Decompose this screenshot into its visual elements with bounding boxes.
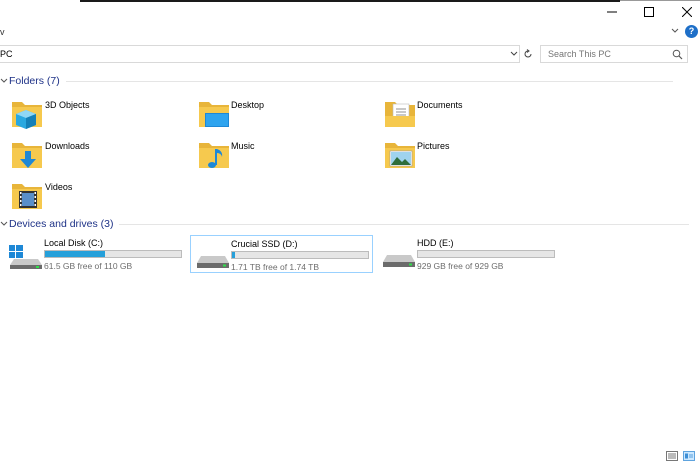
maximize-button[interactable]	[639, 4, 659, 20]
3d-objects-folder-icon	[12, 102, 42, 129]
collapse-arrow-icon[interactable]	[0, 220, 8, 228]
folder-tile-documents[interactable]: Documents	[383, 96, 503, 136]
drive-tile-c[interactable]: Local Disk (C:) 61.5 GB free of 110 GB	[4, 235, 186, 273]
folders-section-header[interactable]: Folders (7)	[0, 74, 700, 88]
address-bar[interactable]: PC	[0, 45, 520, 63]
details-view-icon[interactable]	[666, 451, 678, 461]
drive-icon	[383, 255, 415, 267]
folder-tile-pictures[interactable]: Pictures	[383, 137, 503, 177]
section-divider	[119, 223, 690, 225]
folder-tile-videos[interactable]: Videos	[10, 178, 130, 218]
pictures-folder-icon	[385, 143, 415, 168]
search-box[interactable]	[540, 45, 688, 63]
title-bar-strip	[80, 0, 620, 2]
drive-free-space: 929 GB free of 929 GB	[417, 261, 504, 271]
drive-usage-bar	[417, 250, 555, 258]
chevron-down-icon[interactable]	[510, 50, 518, 58]
drive-usage-fill	[45, 251, 105, 257]
maximize-icon	[644, 7, 654, 17]
ribbon-tab-view[interactable]: v	[0, 27, 5, 37]
search-input[interactable]	[548, 49, 668, 59]
folder-label: Documents	[417, 100, 463, 110]
drive-tile-e[interactable]: HDD (E:) 929 GB free of 929 GB	[377, 235, 559, 273]
downloads-folder-icon	[12, 143, 42, 168]
tiles-view-icon[interactable]	[683, 451, 695, 461]
drive-icon	[197, 256, 229, 268]
videos-folder-icon	[12, 184, 42, 209]
address-path: PC	[0, 49, 13, 59]
drive-name: HDD (E:)	[417, 238, 454, 248]
section-divider	[65, 80, 673, 82]
refresh-button[interactable]	[521, 45, 535, 63]
desktop-folder-icon	[199, 102, 229, 127]
folder-tile-downloads[interactable]: Downloads	[10, 137, 130, 177]
folder-tile-music[interactable]: Music	[197, 137, 317, 177]
drive-tile-d[interactable]: Crucial SSD (D:) 1.71 TB free of 1.74 TB	[190, 235, 373, 273]
windows-drive-icon	[9, 245, 42, 269]
close-icon	[682, 7, 692, 17]
close-button[interactable]	[677, 4, 697, 20]
folder-tile-desktop[interactable]: Desktop	[197, 96, 317, 136]
help-button[interactable]: ?	[685, 25, 698, 38]
refresh-icon	[524, 49, 532, 58]
folder-label: Videos	[45, 182, 73, 192]
ribbon-row: v ?	[0, 22, 700, 42]
folder-tile-3d-objects[interactable]: 3D Objects	[10, 96, 130, 136]
drives-section-title: Devices and drives (3)	[9, 218, 114, 230]
folder-label: Pictures	[417, 141, 450, 151]
drive-name: Crucial SSD (D:)	[231, 239, 298, 249]
title-bar-strip-right	[620, 0, 700, 1]
collapse-arrow-icon[interactable]	[0, 77, 8, 85]
search-icon[interactable]	[672, 49, 683, 60]
folders-section-title: Folders (7)	[9, 75, 60, 87]
folder-label: Downloads	[45, 141, 90, 151]
drive-usage-bar	[44, 250, 182, 258]
documents-folder-icon	[385, 102, 415, 127]
folder-label: Desktop	[231, 100, 265, 110]
drive-name: Local Disk (C:)	[44, 238, 104, 248]
drive-usage-fill	[232, 252, 235, 258]
minimize-icon	[607, 11, 617, 13]
drive-free-space: 61.5 GB free of 110 GB	[44, 261, 133, 271]
chevron-down-icon[interactable]	[670, 26, 680, 36]
drive-free-space: 1.71 TB free of 1.74 TB	[231, 262, 320, 272]
minimize-button[interactable]	[602, 4, 622, 20]
drives-section-header[interactable]: Devices and drives (3)	[0, 217, 700, 231]
music-folder-icon	[199, 143, 229, 168]
drive-usage-bar	[231, 251, 369, 259]
folder-label: Music	[231, 141, 255, 151]
folder-label: 3D Objects	[45, 100, 90, 110]
